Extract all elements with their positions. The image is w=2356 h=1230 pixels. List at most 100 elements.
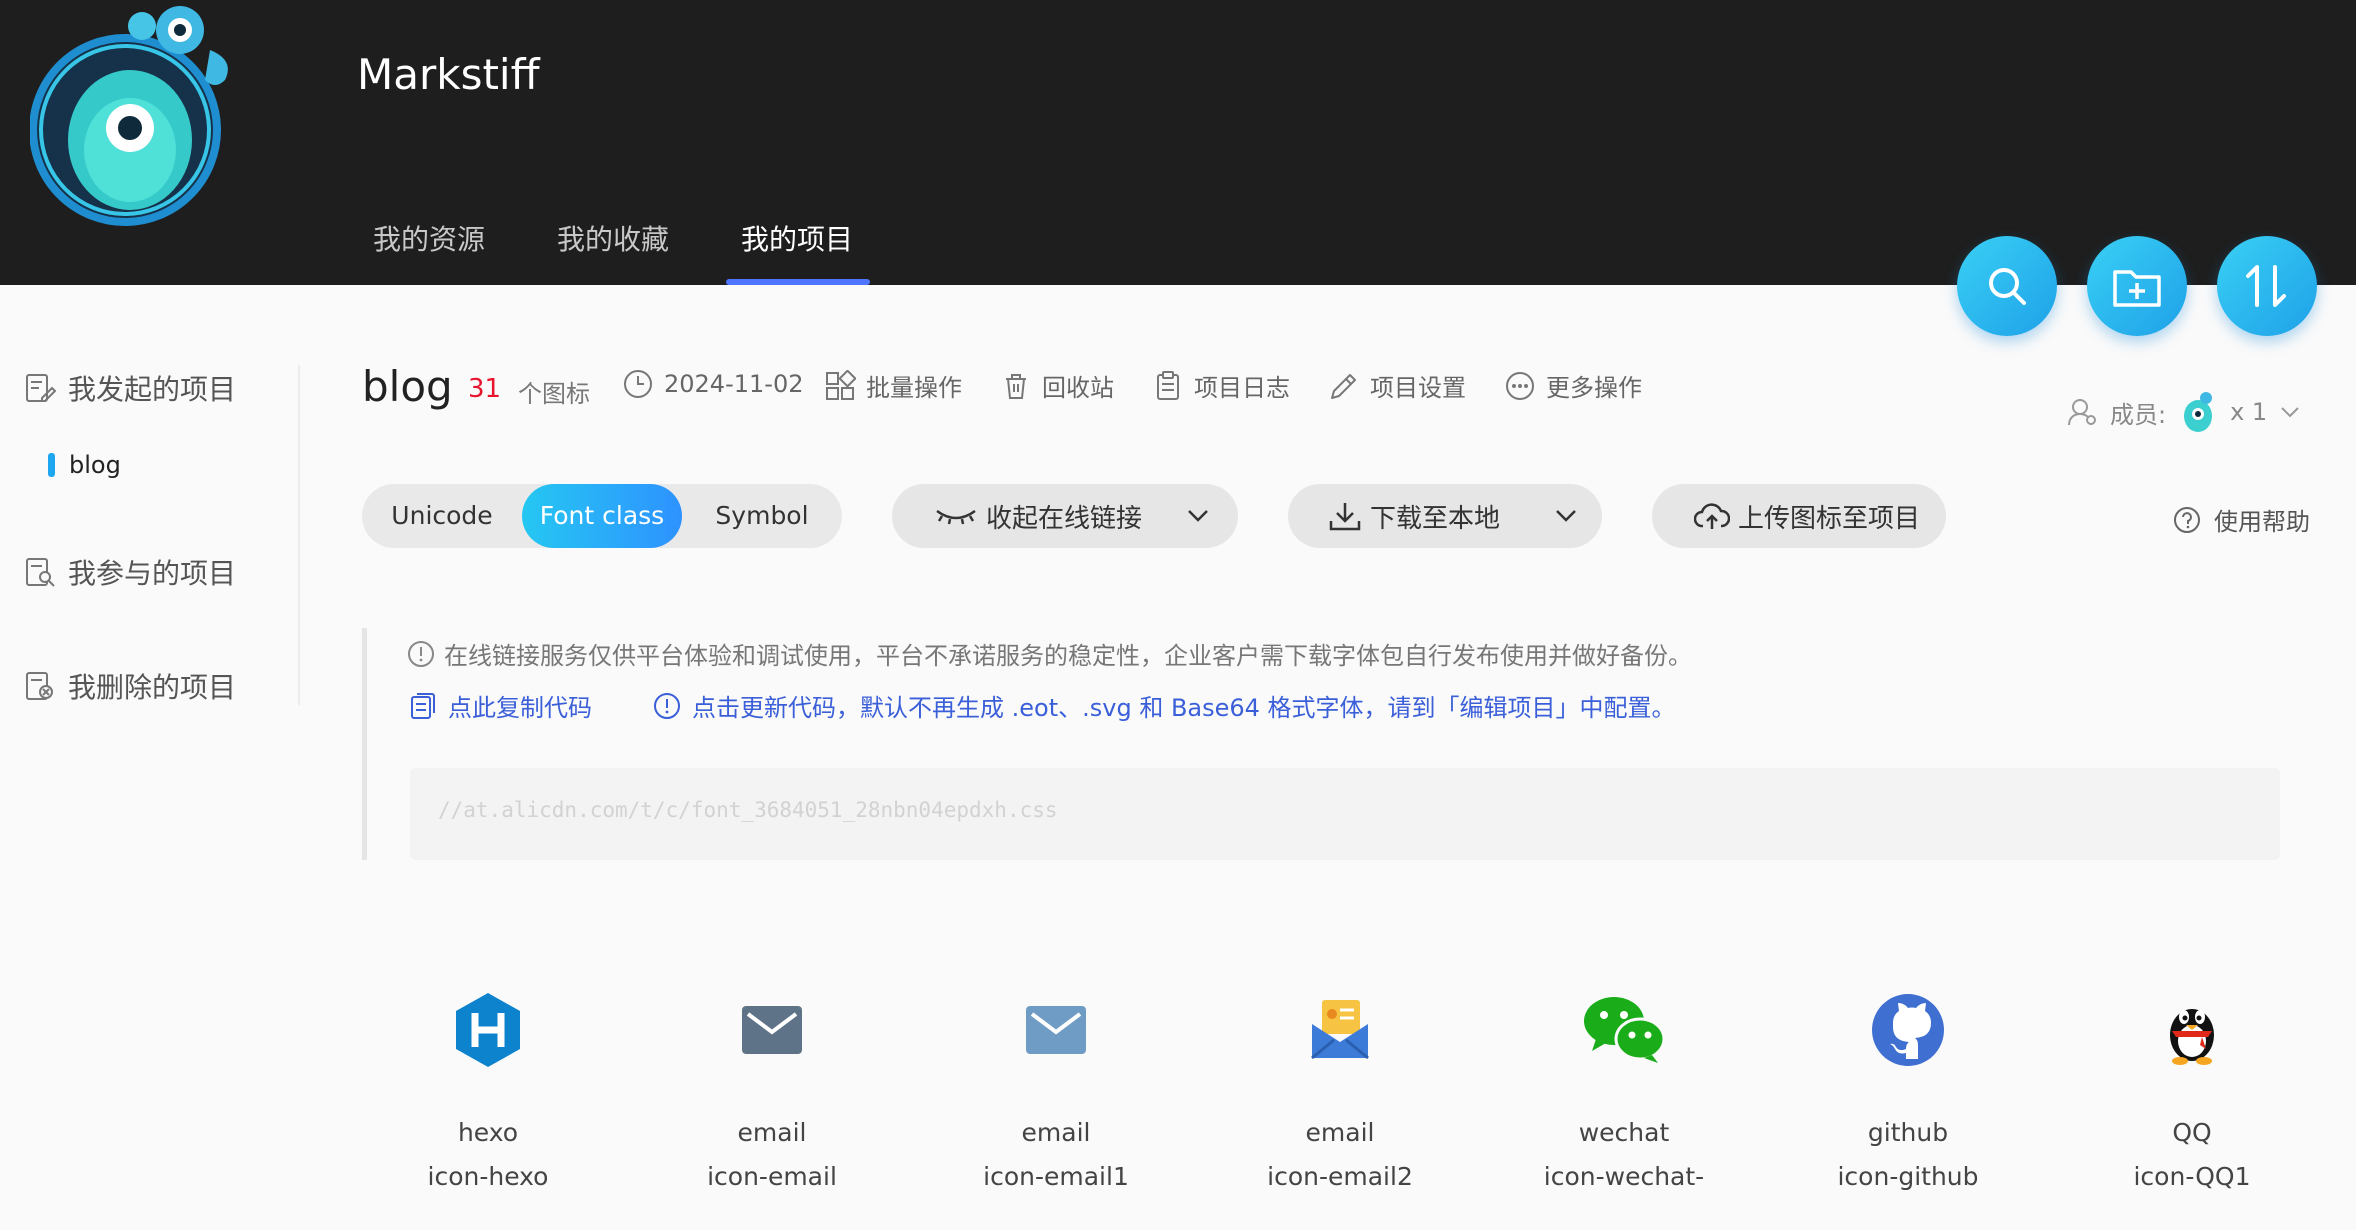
- chevron-down-icon: [1188, 510, 1208, 522]
- trash-icon: [1006, 373, 1026, 399]
- clipboard-icon: [1157, 370, 1179, 400]
- sidebar-item-initiated-label: 我发起的项目: [68, 373, 237, 406]
- icon-class: icon-wechat-: [1543, 1162, 1705, 1191]
- copy-code-link[interactable]: 点此复制代码: [408, 688, 592, 723]
- icon-count: 31: [468, 374, 502, 404]
- download-local-button[interactable]: 下载至本地: [1288, 484, 1602, 548]
- sidebar-item-blog-label: blog: [69, 451, 121, 479]
- tab-unicode[interactable]: Unicode: [362, 484, 522, 548]
- tab-symbol[interactable]: Symbol: [682, 484, 842, 548]
- download-icon: [1329, 503, 1361, 531]
- project-log-button[interactable]: 项目日志: [1152, 368, 1290, 403]
- update-code-link[interactable]: 点击更新代码，默认不再生成 .eot、.svg 和 Base64 格式字体，请到…: [652, 688, 1676, 723]
- new-project-button[interactable]: [2087, 236, 2187, 336]
- tab-my-favorites[interactable]: 我的收藏: [557, 218, 669, 258]
- icon-card-email1[interactable]: email icon-email1: [956, 980, 1156, 1200]
- project-settings-label: 项目设置: [1370, 374, 1466, 402]
- service-warning: 在线链接服务仅供平台体验和调试使用，平台不承诺服务的稳定性，企业客户需下载字体包…: [406, 636, 1692, 671]
- icon-name: QQ: [2172, 1118, 2212, 1147]
- notice-accent-bar: [362, 628, 367, 860]
- icon-count-unit: 个图标: [518, 380, 590, 408]
- icon-card-github[interactable]: github icon-github: [1808, 980, 2008, 1200]
- pencil-icon: [1331, 373, 1356, 399]
- sidebar: [0, 285, 300, 1230]
- icon-class: icon-hexo: [427, 1162, 549, 1191]
- icon-name: github: [1867, 1118, 1949, 1147]
- icon-class: icon-QQ1: [2133, 1162, 2251, 1191]
- code-format-switch: Unicode Font class Symbol: [362, 484, 842, 548]
- icon-card-qq[interactable]: QQ icon-QQ1: [2092, 980, 2292, 1200]
- upload-icons-button[interactable]: 上传图标至项目: [1652, 484, 1946, 548]
- sort-button[interactable]: [2217, 236, 2317, 336]
- chevron-down-icon: [2281, 407, 2299, 418]
- search-icon: [1989, 268, 2026, 305]
- search-button[interactable]: [1957, 236, 2057, 336]
- tab-my-projects[interactable]: 我的项目: [741, 218, 853, 258]
- icon-card-hexo[interactable]: hexo icon-hexo: [388, 980, 588, 1200]
- info-icon: [654, 692, 680, 719]
- more-operations-button[interactable]: 更多操作: [1504, 368, 1642, 403]
- help-button[interactable]: 使用帮助: [2172, 502, 2310, 537]
- icon-class: icon-email2: [1267, 1162, 1413, 1191]
- project-log-label: 项目日志: [1194, 374, 1290, 402]
- members-icon: [2068, 399, 2096, 426]
- sidebar-item-blog[interactable]: blog: [48, 451, 121, 479]
- sidebar-item-participated[interactable]: 我参与的项目: [24, 552, 236, 592]
- collapse-online-link-button[interactable]: 收起在线链接: [892, 484, 1238, 548]
- icon-name: wechat: [1578, 1118, 1670, 1147]
- delete-doc-icon: [26, 672, 53, 700]
- more-operations-label: 更多操作: [1546, 374, 1642, 402]
- avatar-logo[interactable]: [30, 0, 260, 240]
- members-label: 成员:: [2110, 400, 2167, 429]
- sort-icon: [2246, 265, 2286, 307]
- copy-code-label: 点此复制代码: [448, 694, 592, 722]
- member-avatar: [2184, 392, 2213, 432]
- new-folder-icon: [2113, 270, 2161, 307]
- grid-icon: [826, 369, 856, 400]
- icon-name: hexo: [457, 1118, 519, 1147]
- tab-font-class[interactable]: Font class: [522, 484, 682, 548]
- tab-my-resources[interactable]: 我的资源: [373, 218, 485, 258]
- help-icon: [2174, 506, 2200, 533]
- mail-icon: [722, 980, 822, 1080]
- icon-card-wechat[interactable]: wechat icon-wechat-: [1524, 980, 1724, 1200]
- chevron-down-icon: [1556, 510, 1576, 522]
- project-title: blog: [362, 362, 453, 411]
- icon-card-email[interactable]: email icon-email: [672, 980, 872, 1200]
- cloud-upload-icon: [1694, 503, 1730, 529]
- code-snippet-box[interactable]: //at.alicdn.com/t/c/font_3684051_28nbn04…: [410, 768, 2280, 860]
- recycle-bin-button[interactable]: 回收站: [1000, 368, 1114, 403]
- qq-icon: [2142, 980, 2242, 1080]
- edit-doc-icon: [26, 374, 56, 402]
- mail-icon: [1006, 980, 1106, 1080]
- update-code-label: 点击更新代码，默认不再生成 .eot、.svg 和 Base64 格式字体，请到…: [692, 694, 1676, 722]
- more-icon: [1506, 371, 1534, 400]
- sidebar-item-initiated[interactable]: 我发起的项目: [24, 368, 236, 408]
- members-dropdown[interactable]: 成员: x 1: [2066, 390, 2301, 434]
- sidebar-item-deleted-label: 我删除的项目: [68, 671, 237, 704]
- project-settings-button[interactable]: 项目设置: [1328, 368, 1466, 403]
- active-tab-indicator: [726, 279, 870, 285]
- icon-name: email: [1305, 1118, 1375, 1147]
- eye-closed-icon: [936, 509, 976, 525]
- copy-icon: [411, 692, 435, 719]
- clock-icon: [624, 370, 652, 398]
- icon-class: icon-github: [1837, 1162, 1979, 1191]
- search-doc-icon: [26, 558, 55, 587]
- sidebar-item-deleted[interactable]: 我删除的项目: [24, 666, 236, 706]
- icon-card-email2[interactable]: email icon-email2: [1240, 980, 1440, 1200]
- sidebar-divider: [298, 365, 300, 705]
- icon-name: email: [1021, 1118, 1091, 1147]
- info-icon: [408, 640, 434, 667]
- project-date: 2024-11-02: [622, 368, 803, 400]
- project-date-text: 2024-11-02: [664, 370, 804, 398]
- upload-icons-label: 上传图标至项目: [1738, 503, 1921, 534]
- help-label: 使用帮助: [2214, 508, 2310, 536]
- icon-name: email: [737, 1118, 807, 1147]
- batch-operation-button[interactable]: 批量操作: [824, 368, 962, 403]
- css-link-url[interactable]: //at.alicdn.com/t/c/font_3684051_28nbn04…: [438, 798, 1058, 822]
- collapse-online-link-label: 收起在线链接: [986, 503, 1143, 534]
- icon-class: icon-email1: [983, 1162, 1129, 1191]
- selected-indicator: [48, 453, 55, 477]
- wechat-icon: [1574, 980, 1674, 1080]
